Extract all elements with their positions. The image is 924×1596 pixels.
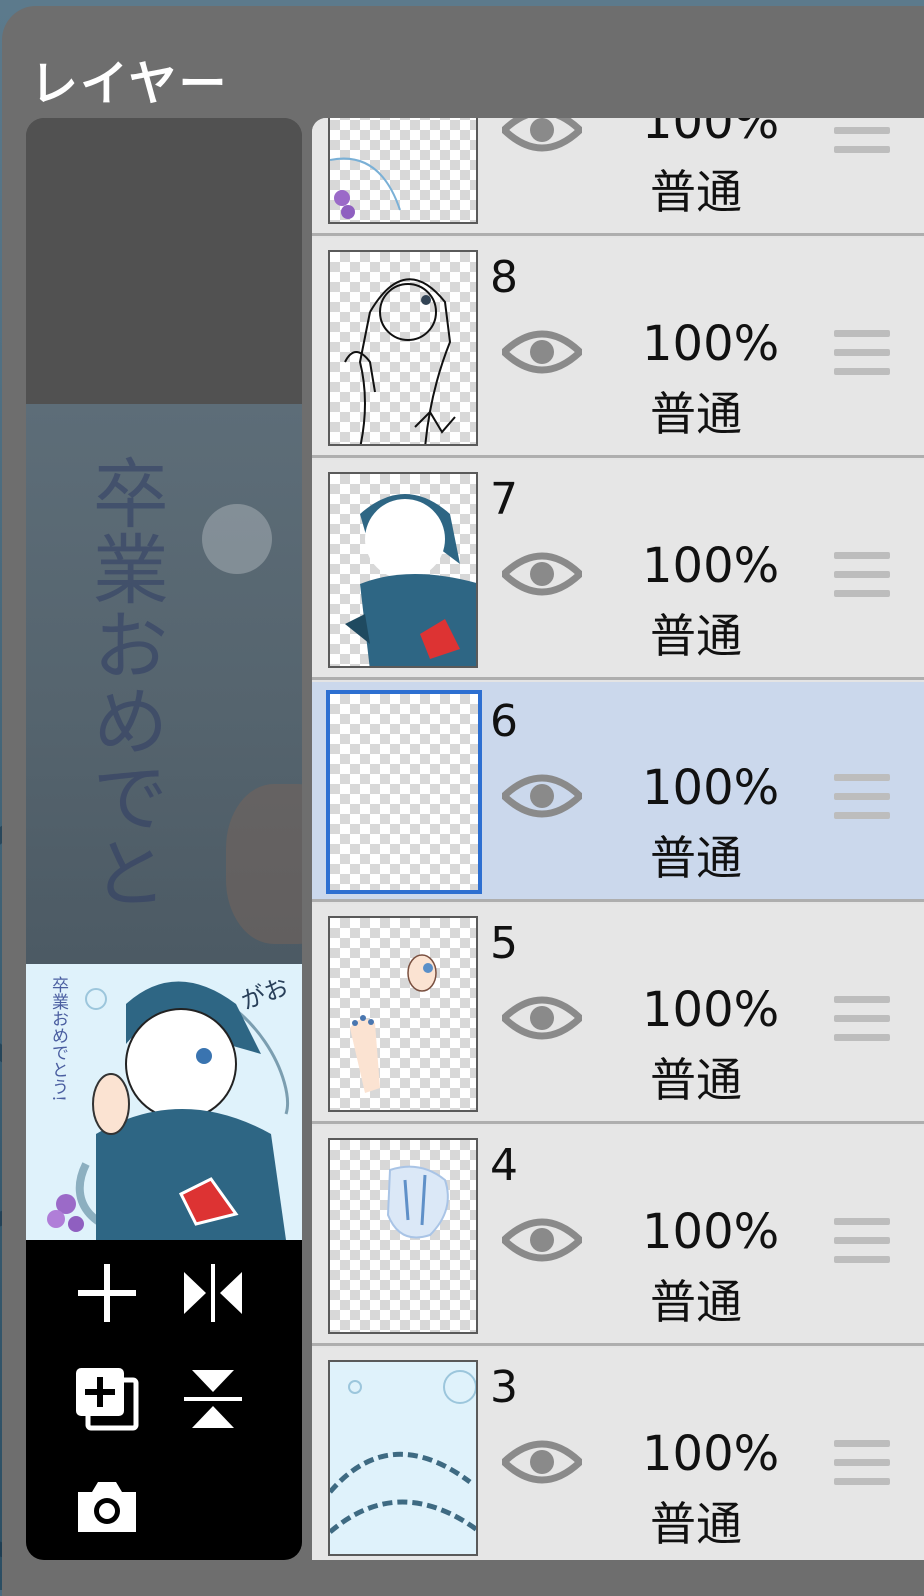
layer-number: 5 — [490, 918, 518, 969]
visibility-eye-icon[interactable] — [502, 994, 582, 1042]
visibility-eye-icon[interactable] — [502, 1438, 582, 1486]
layer-thumbnail-art — [330, 1370, 476, 1534]
bubble-shape — [202, 504, 272, 574]
layer-row[interactable]: 3 100% 普通 — [312, 1348, 924, 1560]
layer-thumbnail-art — [345, 494, 476, 666]
layer-blend-mode[interactable]: 普通 — [650, 1488, 742, 1554]
canvas-preview-area: 卒業おめでと — [26, 404, 302, 964]
layer-opacity: 100% — [642, 1426, 780, 1482]
drag-handle-icon[interactable] — [834, 552, 890, 598]
duplicate-layer-icon — [76, 1368, 139, 1431]
layer-thumbnail[interactable] — [328, 118, 478, 224]
layer-row[interactable]: 100% 普通 — [312, 118, 924, 236]
layer-preview-panel: 卒業おめでと 卒業おめでとう! がお — [26, 118, 302, 1560]
layer-number: 4 — [490, 1140, 518, 1191]
visibility-eye-icon[interactable] — [502, 772, 582, 820]
layer-thumbnail[interactable] — [326, 690, 482, 894]
thumbnail-caption: 卒業おめでとう! — [48, 976, 68, 1102]
layer-number: 7 — [490, 474, 518, 525]
layer-list[interactable]: 100% 普通 8 100% 普通 7 100% 普通 6 100% 普通 5 … — [312, 118, 924, 1560]
layer-opacity: 100% — [642, 316, 780, 372]
panel-empty-area — [26, 118, 302, 404]
layer-number: 3 — [490, 1362, 518, 1413]
add-layer-icon — [78, 1264, 136, 1322]
dialog-title: レイヤー — [30, 56, 229, 112]
visibility-eye-icon[interactable] — [502, 328, 582, 376]
layer-blend-mode[interactable]: 普通 — [650, 378, 742, 444]
add-layer-button[interactable] — [72, 1258, 142, 1328]
layer-blend-mode[interactable]: 普通 — [650, 1266, 742, 1332]
layer-opacity: 100% — [642, 538, 780, 594]
artwork-thumbnail[interactable]: 卒業おめでとう! がお — [26, 964, 302, 1240]
layer-thumbnail-art — [330, 157, 401, 219]
flip-horizontal-icon — [184, 1264, 242, 1322]
layer-number: 8 — [490, 252, 518, 303]
layer-thumbnail[interactable] — [328, 916, 478, 1112]
layer-opacity: 100% — [642, 118, 780, 150]
drag-handle-icon[interactable] — [834, 774, 890, 820]
layer-row-selected[interactable]: 6 100% 普通 — [312, 682, 924, 902]
camera-button[interactable] — [72, 1472, 142, 1542]
layer-thumbnail-art — [386, 1165, 449, 1239]
layer-thumbnail[interactable] — [328, 472, 478, 668]
drag-handle-icon[interactable] — [834, 330, 890, 376]
flip-vertical-icon — [184, 1370, 242, 1428]
layer-row[interactable]: 8 100% 普通 — [312, 238, 924, 458]
flip-vertical-button[interactable] — [178, 1364, 248, 1434]
layer-thumbnail-art — [350, 954, 437, 1093]
drag-handle-icon[interactable] — [834, 1440, 890, 1486]
layer-toolbar — [26, 1240, 302, 1560]
visibility-eye-icon[interactable] — [502, 1216, 582, 1264]
visibility-eye-icon[interactable] — [502, 550, 582, 598]
layer-thumbnail[interactable] — [328, 1360, 478, 1556]
visibility-eye-icon[interactable] — [502, 118, 582, 154]
layer-row[interactable]: 4 100% 普通 — [312, 1126, 924, 1346]
layer-opacity: 100% — [642, 1204, 780, 1260]
drag-handle-icon[interactable] — [834, 996, 890, 1042]
drag-handle-icon[interactable] — [834, 118, 890, 154]
layer-blend-mode[interactable]: 普通 — [650, 600, 742, 666]
layer-thumbnail[interactable] — [328, 250, 478, 446]
layer-opacity: 100% — [642, 982, 780, 1038]
duplicate-layer-button[interactable] — [72, 1364, 142, 1434]
layer-row[interactable]: 5 100% 普通 — [312, 904, 924, 1124]
layer-thumbnail-art — [344, 278, 456, 444]
layer-blend-mode[interactable]: 普通 — [650, 156, 742, 222]
flip-horizontal-button[interactable] — [178, 1258, 248, 1328]
layer-number: 6 — [490, 696, 518, 747]
layer-row[interactable]: 7 100% 普通 — [312, 460, 924, 680]
camera-icon — [78, 1482, 136, 1532]
layer-blend-mode[interactable]: 普通 — [650, 1044, 742, 1110]
drag-handle-icon[interactable] — [834, 1218, 890, 1264]
layer-blend-mode[interactable]: 普通 — [650, 822, 742, 888]
layer-thumbnail[interactable] — [328, 1138, 478, 1334]
canvas-vertical-text: 卒業おめでと — [79, 454, 169, 910]
layer-opacity: 100% — [642, 760, 780, 816]
hand-shape — [226, 784, 302, 944]
